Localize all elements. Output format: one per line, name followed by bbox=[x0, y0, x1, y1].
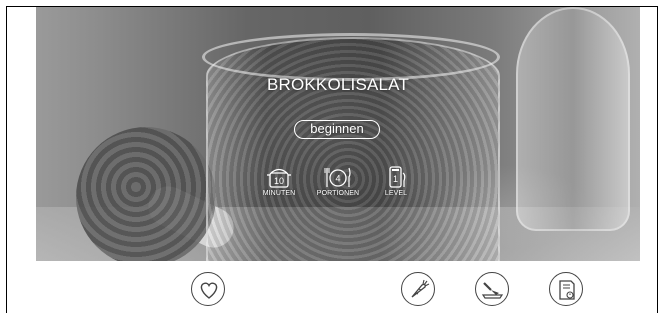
svg-text:4: 4 bbox=[335, 174, 340, 184]
frame-border bbox=[6, 6, 7, 313]
heart-icon bbox=[200, 282, 218, 299]
stat-portions: 4 PORTIONEN bbox=[308, 165, 368, 197]
svg-text:10: 10 bbox=[274, 176, 284, 186]
favorite-button[interactable] bbox=[191, 272, 225, 306]
stat-label: MINUTEN bbox=[262, 190, 296, 197]
frame-border bbox=[657, 6, 658, 313]
stat-label: LEVEL bbox=[384, 190, 408, 197]
shopping-list-button[interactable] bbox=[549, 272, 583, 306]
stat-label: PORTIONEN bbox=[316, 190, 360, 197]
stat-level: 1 LEVEL bbox=[366, 165, 426, 197]
preparation-button[interactable] bbox=[475, 272, 509, 306]
start-button[interactable]: beginnen bbox=[294, 120, 380, 139]
pot-icon: 10 bbox=[267, 168, 291, 188]
recipe-title: BROKKOLISALAT bbox=[266, 75, 410, 94]
recipe-card-icon bbox=[559, 280, 575, 300]
chef-knife-level-icon: 1 bbox=[389, 166, 406, 188]
ingredients-button[interactable] bbox=[401, 272, 435, 306]
stat-minutes: 10 MINUTEN bbox=[249, 165, 309, 197]
svg-text:1: 1 bbox=[393, 174, 398, 184]
cutting-board-knife-icon bbox=[481, 282, 504, 299]
app-frame: BROKKOLISALAT beginnen 10 MINUTEN 4 PORT… bbox=[0, 0, 664, 313]
recipe-hero-overlay: BROKKOLISALAT beginnen 10 MINUTEN 4 PORT… bbox=[36, 7, 640, 261]
plate-cutlery-icon: 4 bbox=[324, 167, 351, 187]
carrot-icon bbox=[411, 279, 430, 298]
